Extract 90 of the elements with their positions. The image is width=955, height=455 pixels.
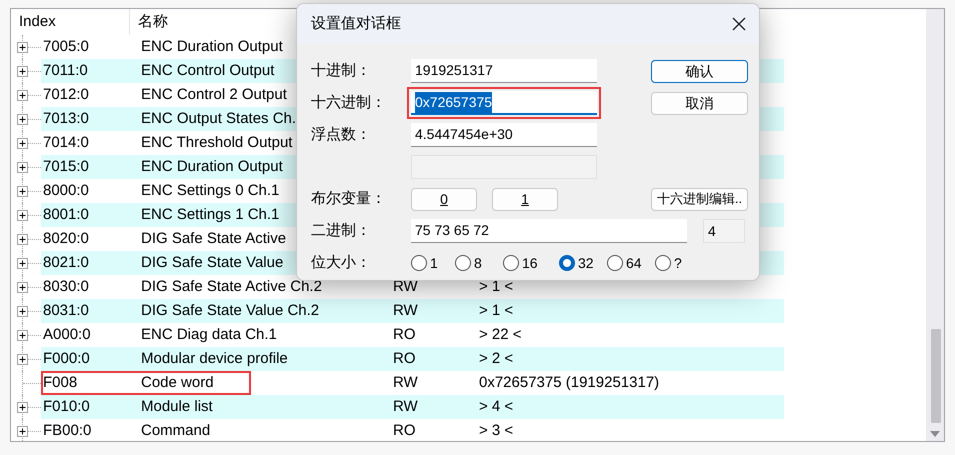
expand-icon[interactable] xyxy=(17,90,28,101)
table-cell: 7013:0 xyxy=(43,110,89,127)
table-cell: > 4 < xyxy=(479,398,514,415)
field-label: 十六进制： xyxy=(311,92,387,113)
radio-button[interactable]: 32 xyxy=(559,252,607,274)
input-field[interactable]: 0x72657375 xyxy=(411,91,597,115)
dialog-button[interactable]: 确认 xyxy=(651,60,748,82)
expand-icon[interactable] xyxy=(17,330,28,341)
table-cell: RW xyxy=(393,374,418,391)
expand-icon[interactable] xyxy=(17,186,28,197)
table-cell: 7005:0 xyxy=(43,38,89,55)
table-cell: 8000:0 xyxy=(43,182,89,199)
table-cell: DIG Safe State Value xyxy=(141,254,284,271)
table-cell: > 1 < xyxy=(479,302,514,319)
table-cell: RW xyxy=(393,398,418,415)
field-label: 十进制： xyxy=(311,60,372,81)
table-cell: 8001:0 xyxy=(43,206,89,223)
table-cell: ENC Control Output xyxy=(141,62,274,79)
table-cell: A000:0 xyxy=(43,326,91,343)
radio-button[interactable]: 1 xyxy=(411,252,455,274)
table-cell: DIG Safe State Active Ch.2 xyxy=(141,278,322,295)
table-cell: ENC Control 2 Output xyxy=(141,86,287,103)
table-cell: FB00:0 xyxy=(43,422,92,439)
table-cell: Command xyxy=(141,422,210,439)
table-cell: ENC Output States Ch. xyxy=(141,110,296,127)
expand-icon[interactable] xyxy=(17,282,28,293)
input-field[interactable]: 1919251317 xyxy=(411,59,597,83)
expand-icon[interactable] xyxy=(17,426,28,437)
table-cell: > 1 < xyxy=(479,278,514,295)
field-label: 二进制： xyxy=(311,220,372,241)
scrollbar[interactable] xyxy=(926,9,944,441)
expand-icon[interactable] xyxy=(17,210,28,221)
expand-icon[interactable] xyxy=(17,258,28,269)
expand-icon[interactable] xyxy=(17,114,28,125)
table-cell: Modular device profile xyxy=(141,350,288,367)
table-cell: 8030:0 xyxy=(43,278,89,295)
field-label: 位大小： xyxy=(311,252,372,273)
table-cell: ENC Duration Output xyxy=(141,158,283,175)
expand-icon[interactable] xyxy=(17,354,28,365)
expand-icon[interactable] xyxy=(17,306,28,317)
table-cell: ENC Threshold Output xyxy=(141,134,292,151)
table-cell: 7015:0 xyxy=(43,158,89,175)
table-cell: RO xyxy=(393,350,416,367)
table-cell: F010:0 xyxy=(43,398,90,415)
table-cell: F000:0 xyxy=(43,350,90,367)
table-cell: RW xyxy=(393,302,418,319)
radio-button[interactable]: 8 xyxy=(455,252,503,274)
input-field[interactable]: 4.5447454e+30 xyxy=(411,123,597,147)
table-cell: ENC Diag data Ch.1 xyxy=(141,326,277,343)
table-cell: > 3 < xyxy=(479,422,514,439)
table-cell: 8020:0 xyxy=(43,230,89,247)
table-cell: DIG Safe State Active xyxy=(141,230,286,247)
bool-button[interactable]: 1 xyxy=(492,188,558,210)
count-field: 4 xyxy=(703,219,745,243)
scroll-down-icon[interactable] xyxy=(930,431,940,437)
expand-icon[interactable] xyxy=(17,402,28,413)
table-cell: ENC Settings 0 Ch.1 xyxy=(141,182,280,199)
field-label: 浮点数： xyxy=(311,124,372,145)
table-cell: F008 xyxy=(43,374,78,391)
table-cell: 7012:0 xyxy=(43,86,89,103)
hex-edit-button[interactable]: 十六进制编辑.. xyxy=(651,188,748,210)
column-header[interactable]: Index xyxy=(11,9,129,35)
table-cell: 7014:0 xyxy=(43,134,89,151)
input-field[interactable]: 75 73 65 72 xyxy=(411,219,687,243)
bool-button[interactable]: 0 xyxy=(411,188,477,210)
table-cell: RO xyxy=(393,422,416,439)
table-cell: ENC Settings 1 Ch.1 xyxy=(141,206,280,223)
table-cell: 0x72657375 (1919251317) xyxy=(479,374,660,391)
close-icon[interactable] xyxy=(732,17,746,31)
table-cell: > 2 < xyxy=(479,350,514,367)
expand-icon[interactable] xyxy=(17,138,28,149)
table-cell: 7011:0 xyxy=(43,62,88,79)
scroll-thumb[interactable] xyxy=(931,329,941,423)
radio-button[interactable]: 16 xyxy=(503,252,559,274)
expand-icon[interactable] xyxy=(17,234,28,245)
table-cell: > 22 < xyxy=(479,326,522,343)
radio-button[interactable]: 64 xyxy=(607,252,655,274)
expand-icon[interactable] xyxy=(17,162,28,173)
table-cell: DIG Safe State Value Ch.2 xyxy=(141,302,320,319)
radio-button[interactable]: ? xyxy=(655,252,685,274)
table-cell: RO xyxy=(393,326,416,343)
dialog-button[interactable]: 取消 xyxy=(651,92,748,114)
table-cell: Module list xyxy=(141,398,213,415)
table-cell: 8021:0 xyxy=(43,254,89,271)
expand-icon[interactable] xyxy=(17,42,28,53)
table-cell: ENC Duration Output xyxy=(141,38,283,55)
expand-icon[interactable] xyxy=(17,66,28,77)
table-cell: 8031:0 xyxy=(43,302,89,319)
field-label: 布尔变量： xyxy=(311,188,387,209)
table-cell: Code word xyxy=(141,374,214,391)
